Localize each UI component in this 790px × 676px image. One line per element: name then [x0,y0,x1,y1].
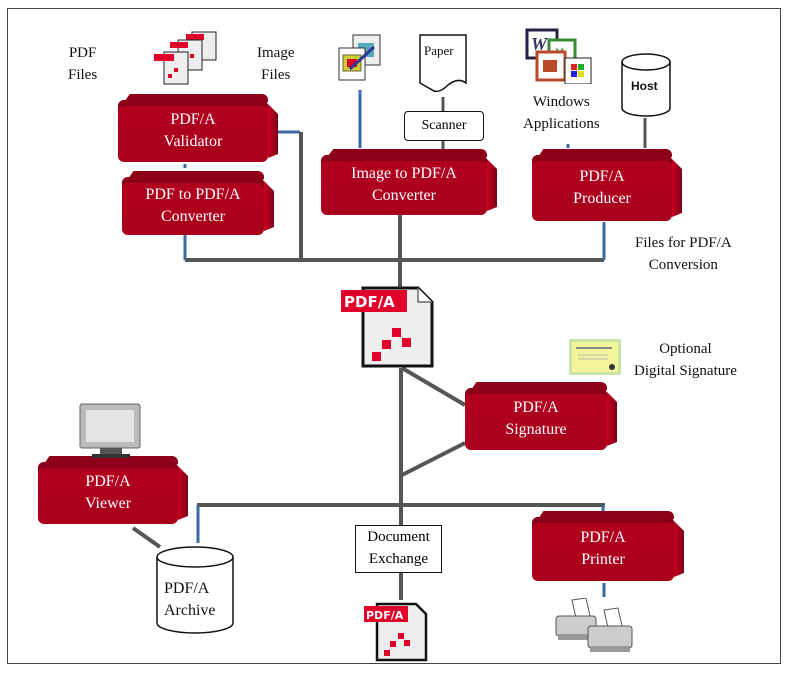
office-apps-icon: W X [525,28,592,84]
host-label: Host [631,79,658,93]
signature-link-top [400,366,467,407]
image-converter-title: Image to PDF/A [351,165,457,182]
pdfa-exchange-document-icon: PDF/A [364,602,428,662]
signature-link-bottom [401,441,466,477]
validator-subtitle: Validator [163,133,223,150]
image-converter-subtitle: Converter [372,187,436,204]
printer-box: PDF/A Printer [532,517,674,581]
optional-signature-label: Optional Digital Signature [634,341,737,379]
pdf-converter-title: PDF to PDF/A [145,186,241,203]
producer-subtitle: Producer [573,190,631,207]
signature-subtitle: Signature [505,421,567,438]
printer-title: PDF/A [580,529,626,546]
archive-title: PDF/A [164,580,210,597]
archive-label: PDF/A Archive [164,578,216,622]
image-converter-box: Image to PDF/A Converter [321,155,487,215]
image-files-icon [338,34,381,81]
producer-box: PDF/A Producer [532,155,672,221]
validator-title: PDF/A [170,111,216,128]
document-exchange-box: Document Exchange [355,525,442,573]
printer-subtitle: Printer [581,551,625,568]
image-files-label: Image Files [257,45,295,83]
viewer-box: PDF/A Viewer [38,462,178,524]
pdf-files-icon [154,31,217,85]
viewer-title: PDF/A [85,473,131,490]
files-for-conversion-label: Files for PDF/A Conversion [635,235,732,273]
pdf-converter-box: PDF to PDF/A Converter [122,177,264,235]
validator-box: PDF/A Validator [118,100,268,162]
pdf-converter-subtitle: Converter [161,208,225,225]
windows-applications-label: Windows Applications [523,94,600,132]
pdfa-badge-text: PDF/A [344,293,395,311]
pdfa-document-icon: PDF/A [341,286,434,368]
printer-icon [555,598,633,652]
document-exchange-title: Document [367,529,430,545]
scanner-box: Scanner [404,111,484,141]
paper-label: Paper [424,43,454,58]
scanner-label: Scanner [421,118,467,133]
certificate-icon [569,339,621,375]
signature-box: PDF/A Signature [465,388,607,450]
producer-title: PDF/A [579,168,625,185]
pdf-files-label: PDF Files [68,45,98,83]
viewer-subtitle: Viewer [84,495,132,512]
signature-title: PDF/A [513,399,559,416]
monitor-icon [79,403,141,458]
pdfa-exchange-badge-text: PDF/A [366,609,404,622]
document-exchange-subtitle: Exchange [368,551,429,567]
archive-subtitle: Archive [164,602,216,619]
